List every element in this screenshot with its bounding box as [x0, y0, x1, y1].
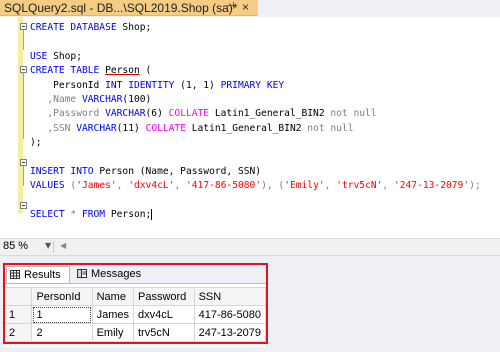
- query-tab[interactable]: SQLQuery2.sql - DB...\SQL2019.Shop (sa)*…: [0, 0, 258, 16]
- scroll-left-icon[interactable]: ◀: [60, 241, 66, 250]
- divider: [53, 241, 54, 253]
- code-line: VALUES ('James', 'dxv4cL', '417-86-5080'…: [30, 180, 481, 192]
- editor-status-strip: 85 % ▼ ◀: [0, 238, 500, 256]
- outline-line: [23, 73, 24, 139]
- code-line: INSERT INTO Person (Name, Password, SSN): [30, 166, 262, 178]
- query-editor[interactable]: CREATE DATABASE Shop; USE Shop; CREATE T…: [0, 17, 500, 238]
- code-line: ,Name VARCHAR(100): [30, 94, 152, 106]
- highlight-annotation: [3, 263, 268, 344]
- collapse-icon[interactable]: [20, 66, 27, 73]
- code-line: ,Password VARCHAR(6) COLLATE Latin1_Gene…: [30, 108, 377, 120]
- outline-line: [23, 166, 24, 186]
- collapse-icon[interactable]: [20, 202, 27, 209]
- code-line: USE Shop;: [30, 50, 82, 62]
- collapse-icon[interactable]: [20, 23, 27, 30]
- query-tab-title: SQLQuery2.sql - DB...\SQL2019.Shop (sa)*: [4, 1, 238, 15]
- code-line: CREATE TABLE Person (: [30, 65, 152, 77]
- outline-line: [23, 30, 24, 50]
- document-tab-bar: SQLQuery2.sql - DB...\SQL2019.Shop (sa)*…: [0, 0, 500, 16]
- sql-code[interactable]: CREATE DATABASE Shop; USE Shop; CREATE T…: [30, 21, 481, 223]
- code-line: PersonId INT IDENTITY (1, 1) PRIMARY KEY: [30, 79, 285, 91]
- pin-icon[interactable]: ⊣: [226, 1, 235, 12]
- zoom-level[interactable]: 85 %: [3, 240, 28, 252]
- code-line: CREATE DATABASE Shop;: [30, 22, 152, 33]
- code-line: SELECT * FROM Person;: [30, 208, 153, 221]
- chevron-down-icon[interactable]: ▼: [45, 241, 51, 250]
- close-icon[interactable]: ×: [242, 0, 249, 14]
- code-line: ,SSN VARCHAR(11) COLLATE Latin1_General_…: [30, 122, 354, 134]
- text-caret: [151, 208, 153, 220]
- code-line: );: [30, 137, 42, 149]
- collapse-icon[interactable]: [20, 159, 27, 166]
